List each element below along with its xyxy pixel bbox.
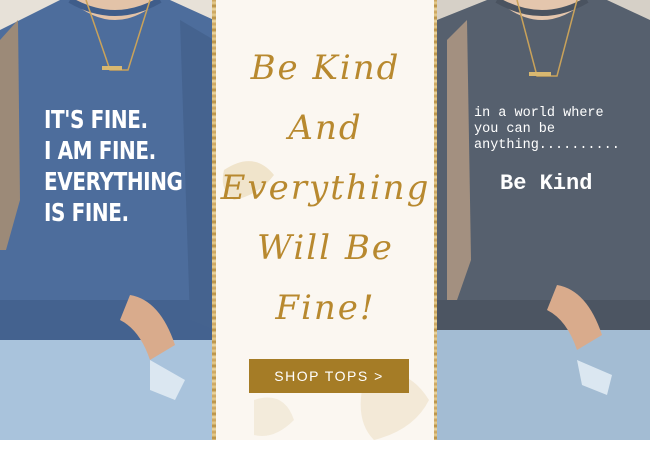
shirt-print-right-small: in a world where you can be anything....… [474,106,620,153]
bottom-divider [0,440,650,450]
headline-line-2: And [288,108,363,148]
headline: Be Kind And Everything Will Be Fine! [214,38,437,338]
headline-line-3: Everything [220,168,431,208]
headline-line-1: Be Kind [250,48,401,88]
headline-line-5: Fine! [275,288,376,328]
shirt-print-left: IT'S FINE. I AM FINE. EVERYTHING IS FINE… [44,105,183,227]
promo-banner[interactable]: IT'S FINE. I AM FINE. EVERYTHING IS FINE… [0,0,650,450]
shop-tops-button[interactable]: SHOP TOPS > [249,359,409,393]
shirt-print-right-big: Be Kind [500,171,593,196]
gray-sweatshirt-illustration [437,0,650,450]
headline-line-4: Will Be [257,228,394,268]
product-image-right[interactable] [437,0,650,450]
